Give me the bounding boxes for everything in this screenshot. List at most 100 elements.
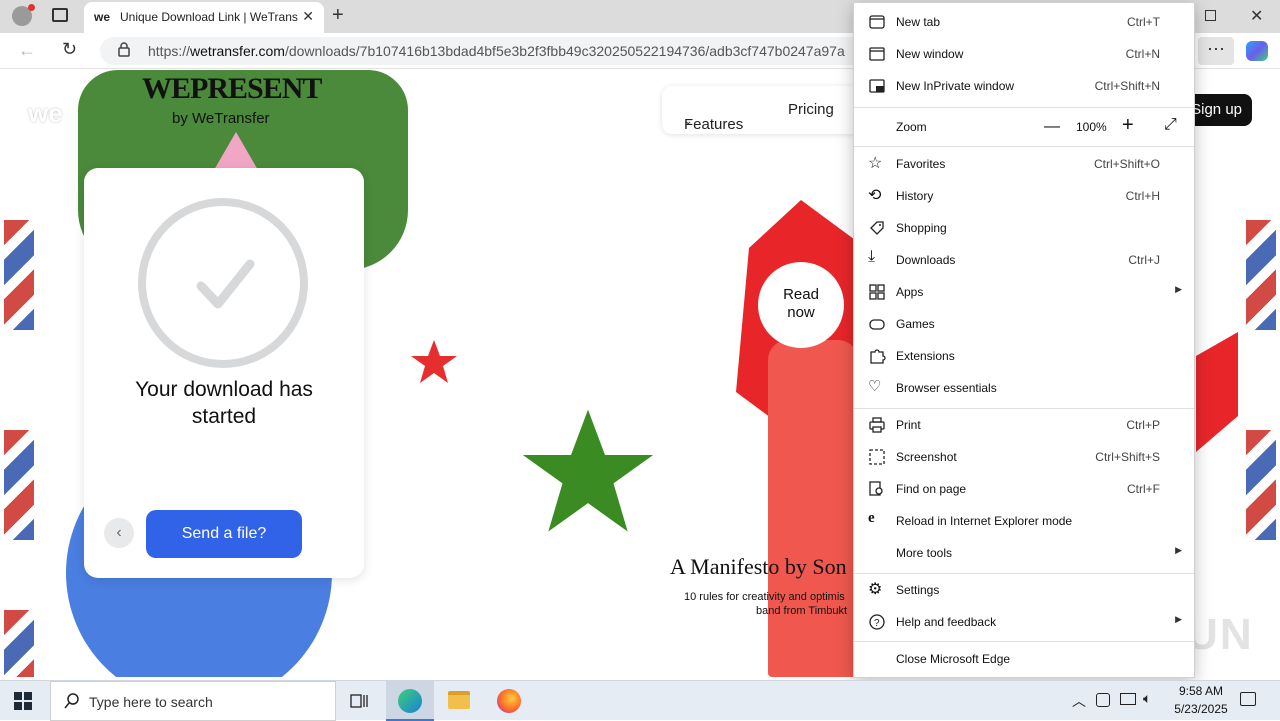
task-view-icon[interactable] <box>350 692 368 710</box>
menu-item-new-inprivate-window[interactable]: New InPrivate window Ctrl+Shift+N <box>854 71 1194 101</box>
menu-item-games[interactable]: Games <box>854 309 1194 339</box>
print-icon <box>868 416 886 434</box>
artwork-pink-triangle <box>214 132 258 170</box>
clock-date[interactable]: 5/23/2025 <box>1166 702 1236 716</box>
zoom-out-icon[interactable]: — <box>1044 118 1060 136</box>
nav-pricing[interactable]: Pricing <box>788 101 834 118</box>
tab-title: Unique Download Link | WeTransfer <box>120 10 298 24</box>
windows-start-icon[interactable] <box>14 692 32 710</box>
green-star-shape <box>522 409 654 532</box>
wepresent-logo[interactable]: WEPRESENT <box>142 72 322 106</box>
address-bar[interactable]: https://wetransfer.com/downloads/7b10741… <box>100 37 920 65</box>
ie-icon: e <box>868 510 875 526</box>
menu-item-print[interactable]: Print Ctrl+P <box>854 410 1194 440</box>
wetransfer-favicon: we <box>94 10 111 24</box>
menu-item-new-window[interactable]: New window Ctrl+N <box>854 39 1194 69</box>
send-file-button[interactable]: Send a file? <box>146 510 302 558</box>
back-chevron-icon[interactable]: ‹ <box>104 518 134 548</box>
url-text: https://wetransfer.com/downloads/7b10741… <box>148 43 845 59</box>
apps-icon <box>868 283 886 301</box>
lock-icon[interactable] <box>118 42 130 57</box>
file-explorer-icon[interactable] <box>448 691 470 709</box>
menu-item-extensions[interactable]: Extensions <box>854 341 1194 371</box>
menu-separator <box>854 146 1194 147</box>
zoom-level: 100% <box>1076 120 1107 134</box>
menu-item-apps[interactable]: Apps ▶ <box>854 277 1194 307</box>
airmail-border <box>1246 220 1276 330</box>
network-icon[interactable] <box>1120 693 1136 705</box>
taskbar-search[interactable]: Type here to search <box>50 681 336 721</box>
menu-item-reload-ie-mode[interactable]: e Reload in Internet Explorer mode <box>854 506 1194 536</box>
checkmark-circle-icon <box>138 198 308 368</box>
screenshot-icon <box>868 448 886 466</box>
volume-icon[interactable]: 🔈︎ <box>1143 690 1151 707</box>
help-icon: ? <box>868 613 886 631</box>
read-now-button[interactable]: Read now <box>758 262 844 348</box>
search-icon <box>63 692 81 715</box>
airmail-border <box>4 220 34 330</box>
manifesto-title[interactable]: A Manifesto by Son <box>670 554 854 580</box>
tray-app-icon[interactable] <box>1096 693 1110 707</box>
menu-separator <box>854 641 1194 642</box>
browser-menu: New tab Ctrl+T New window Ctrl+N New InP… <box>853 2 1195 678</box>
games-icon <box>868 315 886 333</box>
active-tab[interactable]: we Unique Download Link | WeTransfer ✕ <box>84 2 324 33</box>
window-close-icon[interactable]: ✕ <box>1250 6 1263 26</box>
download-card: Your download has started ‹ Send a file? <box>84 168 364 578</box>
menu-item-find-on-page[interactable]: Find on page Ctrl+F <box>854 474 1194 504</box>
tab-close-icon[interactable]: ✕ <box>302 8 314 25</box>
edge-taskbar-icon[interactable] <box>386 681 434 721</box>
refresh-icon[interactable]: ↻ <box>62 39 77 60</box>
submenu-arrow-icon: ▶ <box>1175 614 1182 624</box>
find-icon <box>868 480 886 498</box>
tab-actions-icon[interactable] <box>52 8 68 22</box>
restore-icon[interactable] <box>1205 10 1216 21</box>
menu-item-favorites[interactable]: ☆ Favorites Ctrl+Shift+O <box>854 149 1194 179</box>
zoom-in-icon[interactable]: + <box>1122 114 1134 137</box>
menu-item-help-feedback[interactable]: ? Help and feedback ▶ <box>854 607 1194 637</box>
heart-pulse-icon: ♡ <box>868 378 882 395</box>
search-placeholder: Type here to search <box>89 694 213 710</box>
firefox-icon[interactable] <box>497 689 521 713</box>
new-tab-icon[interactable]: + <box>332 4 344 27</box>
inprivate-icon <box>868 77 886 95</box>
download-status-message: Your download has started <box>135 378 313 428</box>
read-now-label: Read now <box>783 286 819 321</box>
red-star-shape <box>411 340 457 383</box>
notification-icon[interactable] <box>1240 692 1256 706</box>
manifesto-subtitle-1: 10 rules for creativity and optimis <box>684 591 845 603</box>
menu-separator <box>854 573 1194 574</box>
new-tab-icon <box>868 13 886 31</box>
clock-time[interactable]: 9:58 AM <box>1172 684 1230 698</box>
menu-item-screenshot[interactable]: Screenshot Ctrl+Shift+S <box>854 442 1194 472</box>
new-window-icon <box>868 45 886 63</box>
profile-icon[interactable] <box>12 4 35 26</box>
menu-item-history[interactable]: ⟲ History Ctrl+H <box>854 181 1194 211</box>
airmail-border <box>4 430 34 540</box>
puzzle-icon <box>868 347 886 365</box>
menu-item-shopping[interactable]: Shopping <box>854 213 1194 243</box>
menu-item-new-tab[interactable]: New tab Ctrl+T <box>854 7 1194 37</box>
menu-item-downloads[interactable]: ⤓ Downloads Ctrl+J <box>854 245 1194 275</box>
menu-item-more-tools[interactable]: More tools ▶ <box>854 538 1194 568</box>
submenu-arrow-icon: ▶ <box>1175 284 1182 294</box>
star-icon: ☆ <box>868 155 883 172</box>
menu-item-close-edge[interactable]: Close Microsoft Edge <box>854 644 1194 674</box>
menu-item-settings[interactable]: ⚙ Settings <box>854 575 1194 605</box>
artwork-red-shape-right <box>1196 332 1238 452</box>
history-icon: ⟲ <box>868 187 882 204</box>
menu-item-browser-essentials[interactable]: ♡ Browser essentials <box>854 373 1194 403</box>
we-logo[interactable]: we <box>28 98 63 129</box>
chevron-down-icon: ⌄ <box>684 116 693 127</box>
fullscreen-icon[interactable]: ⤢ <box>1164 116 1177 134</box>
manifesto-subtitle-2: band from Timbukt <box>756 605 848 617</box>
back-icon[interactable]: ← <box>18 40 36 61</box>
site-nav: Features ⌄ Pricing <box>662 86 872 134</box>
more-options-button[interactable]: ··· <box>1198 37 1234 65</box>
tray-chevron-icon[interactable]: ︿ <box>1072 691 1086 711</box>
airmail-border <box>1246 430 1276 540</box>
tag-icon <box>868 219 886 237</box>
menu-separator <box>854 107 1194 108</box>
copilot-icon[interactable] <box>1246 41 1268 61</box>
by-wetransfer-text: by WeTransfer <box>172 110 270 127</box>
